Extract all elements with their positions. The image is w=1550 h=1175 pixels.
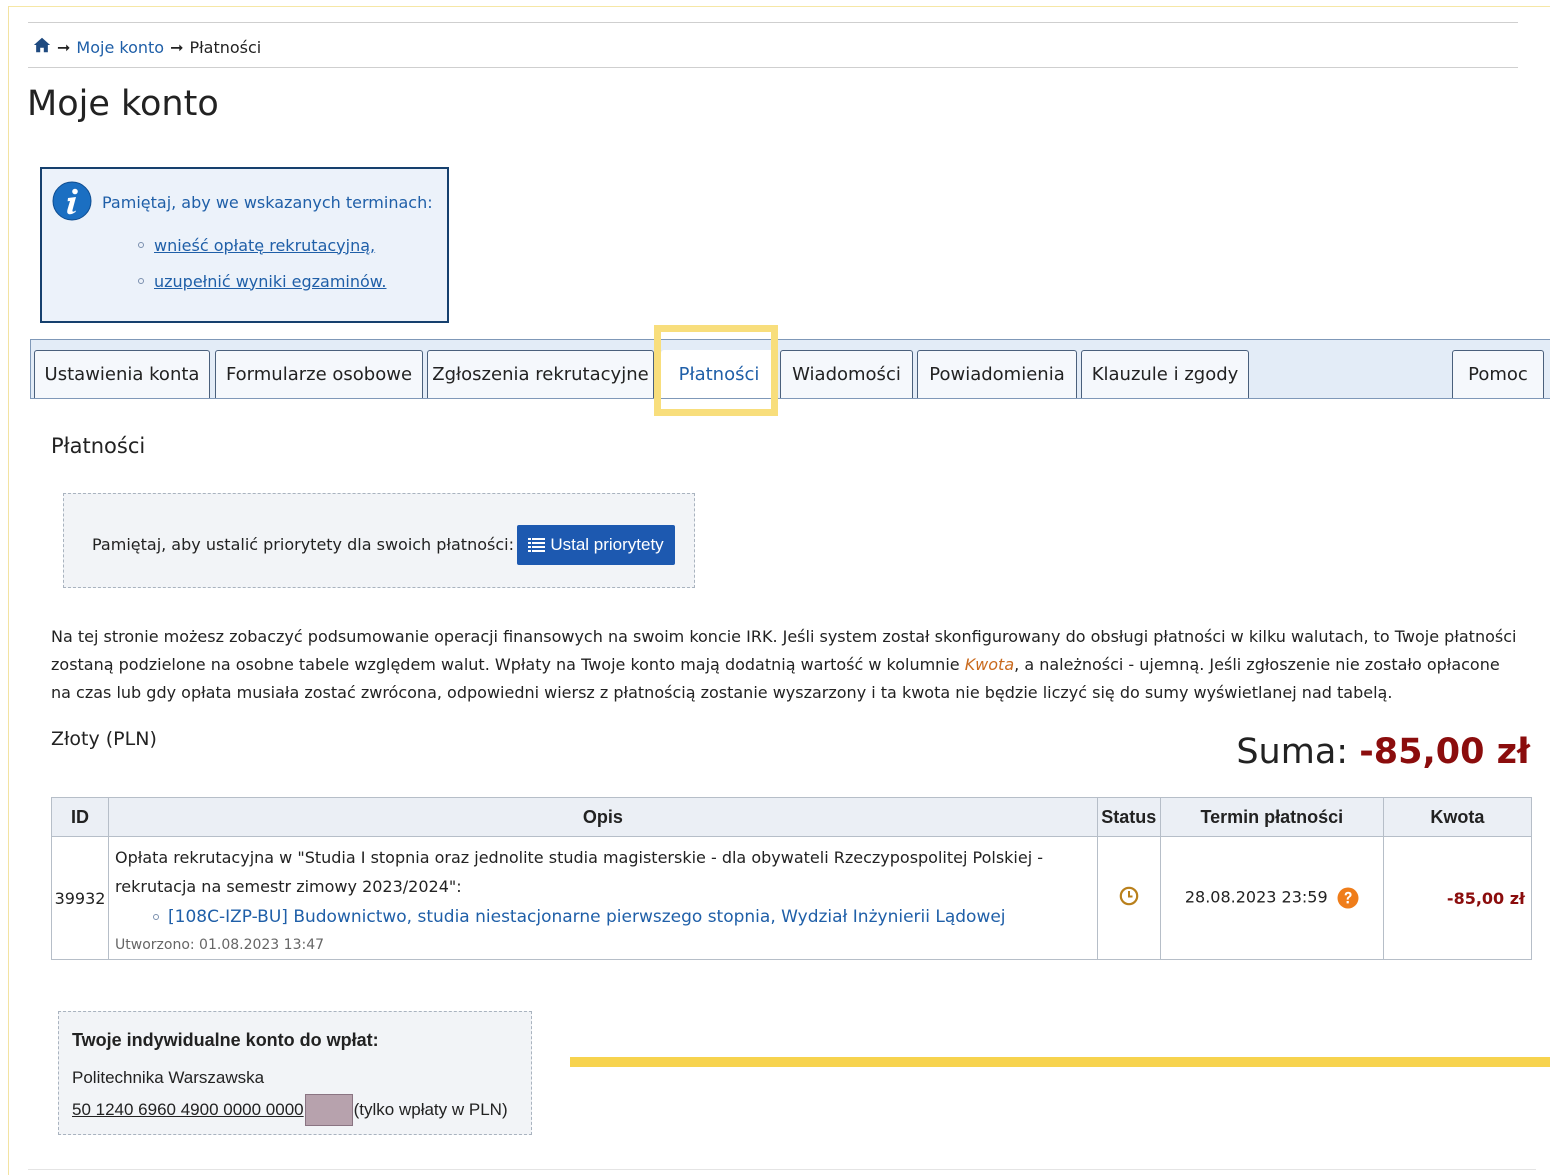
breadcrumb-separator: ➞: [57, 37, 71, 57]
frame-top-line: [8, 6, 1550, 7]
info-icon: [52, 181, 92, 221]
created-date: Utworzono: 01.08.2023 13:47: [115, 937, 325, 953]
tab-platnosci[interactable]: Płatności: [661, 350, 777, 398]
header-kwota: Kwota: [1382, 797, 1533, 837]
priority-text: Pamiętaj, aby ustalić priorytety dla swo…: [92, 535, 514, 554]
frame-left-line: [8, 6, 9, 1175]
cell-termin: 28.08.2023 23:59: [1159, 836, 1384, 960]
list-icon: [528, 538, 546, 552]
exam-results-link[interactable]: uzupełnić wyniki egzaminów.: [154, 272, 387, 291]
cell-id: 39932: [50, 836, 110, 960]
account-number[interactable]: 50 1240 6960 4900 0000 0000: [72, 1100, 304, 1120]
pay-fee-link[interactable]: wnieść opłatę rekrutacyjną,: [154, 236, 375, 255]
cell-opis: Opłata rekrutacyjna w "Studia I stopnia …: [108, 836, 1098, 960]
priority-box: Pamiętaj, aby ustalić priorytety dla swo…: [63, 493, 695, 588]
breadcrumb-separator: ➞: [170, 37, 184, 57]
description-kwota-emph: Kwota: [964, 655, 1015, 674]
bullet-icon: [138, 278, 144, 284]
redacted-block: [304, 1094, 353, 1126]
account-note: (tylko wpłaty w PLN): [353, 1100, 508, 1119]
account-box: Twoje indywidualne konto do wpłat: Polit…: [58, 1011, 532, 1135]
sum-amount: -85,00 zł: [1359, 732, 1530, 772]
description: Na tej stronie możesz zobaczyć podsumowa…: [51, 623, 1521, 707]
list-item: wnieść opłatę rekrutacyjną,: [138, 227, 387, 263]
section-title: Płatności: [51, 434, 146, 458]
table-row: 39932 Opłata rekrutacyjna w "Studia I st…: [50, 836, 1533, 960]
bullet-icon: [153, 914, 160, 920]
breadcrumb-item-platnosci: Płatności: [189, 37, 262, 57]
due-date: 28.08.2023 23:59: [1184, 887, 1328, 907]
breadcrumb-divider-top: [28, 22, 1518, 23]
sum-label: Suma:: [1236, 732, 1349, 772]
tab-zgloszenia-rekrutacyjne[interactable]: Zgłoszenia rekrutacyjne: [427, 350, 654, 398]
program-link[interactable]: [108C-IZP-BU] Budownictwo, studia niesta…: [168, 905, 1006, 929]
tabs-bar: Ustawienia konta Formularze osobowe Zgło…: [30, 339, 1550, 399]
breadcrumb-item-moje-konto[interactable]: Moje konto: [76, 38, 164, 57]
list-item: [108C-IZP-BU] Budownictwo, studia niesta…: [153, 905, 1091, 929]
header-termin: Termin płatności: [1159, 797, 1384, 837]
breadcrumb-home[interactable]: [33, 36, 51, 58]
tab-powiadomienia[interactable]: Powiadomienia: [917, 350, 1077, 398]
header-status: Status: [1096, 797, 1161, 837]
breadcrumb: ➞ Moje konto ➞ Płatności: [33, 36, 261, 58]
tab-pomoc[interactable]: Pomoc: [1452, 350, 1544, 398]
cell-kwota: -85,00 zł: [1382, 836, 1533, 960]
header-id: ID: [50, 797, 110, 837]
frame-bottom-line: [28, 1169, 1536, 1170]
cell-status: [1096, 836, 1161, 960]
info-box: Pamiętaj, aby we wskazanych terminach: w…: [40, 167, 449, 323]
header-opis: Opis: [108, 797, 1098, 837]
account-number-row: 50 1240 6960 4900 0000 0000 (tylko wpłat…: [72, 1094, 508, 1126]
clock-icon[interactable]: [1119, 886, 1139, 906]
account-bank: Politechnika Warszawska: [72, 1068, 265, 1087]
yellow-underline: [570, 1057, 1550, 1067]
tab-formularze-osobowe[interactable]: Formularze osobowe: [215, 350, 423, 398]
tab-ustawienia-konta[interactable]: Ustawienia konta: [34, 350, 210, 398]
home-icon: [33, 37, 51, 53]
tab-wiadomosci[interactable]: Wiadomości: [780, 350, 913, 398]
set-priorities-button[interactable]: Ustal priorytety: [517, 525, 675, 565]
payments-table: ID Opis Status Termin płatności Kwota 39…: [50, 797, 1533, 960]
info-text: Pamiętaj, aby we wskazanych terminach:: [102, 193, 433, 212]
sum: Suma: -85,00 zł: [1236, 732, 1530, 772]
account-title: Twoje indywidualne konto do wpłat:: [72, 1030, 379, 1050]
payment-description: Opłata rekrutacyjna w "Studia I stopnia …: [115, 848, 1044, 896]
tab-klauzule-i-zgody[interactable]: Klauzule i zgody: [1081, 350, 1249, 398]
set-priorities-label: Ustal priorytety: [550, 535, 664, 554]
page-title: Moje konto: [27, 84, 219, 124]
list-item: uzupełnić wyniki egzaminów.: [138, 263, 387, 299]
currency-label: Złoty (PLN): [51, 728, 157, 750]
table-header-row: ID Opis Status Termin płatności Kwota: [50, 797, 1533, 837]
bullet-icon: [138, 242, 144, 248]
info-list: wnieść opłatę rekrutacyjną, uzupełnić wy…: [138, 227, 387, 299]
help-icon[interactable]: [1337, 887, 1359, 909]
breadcrumb-divider-bottom: [28, 67, 1518, 68]
